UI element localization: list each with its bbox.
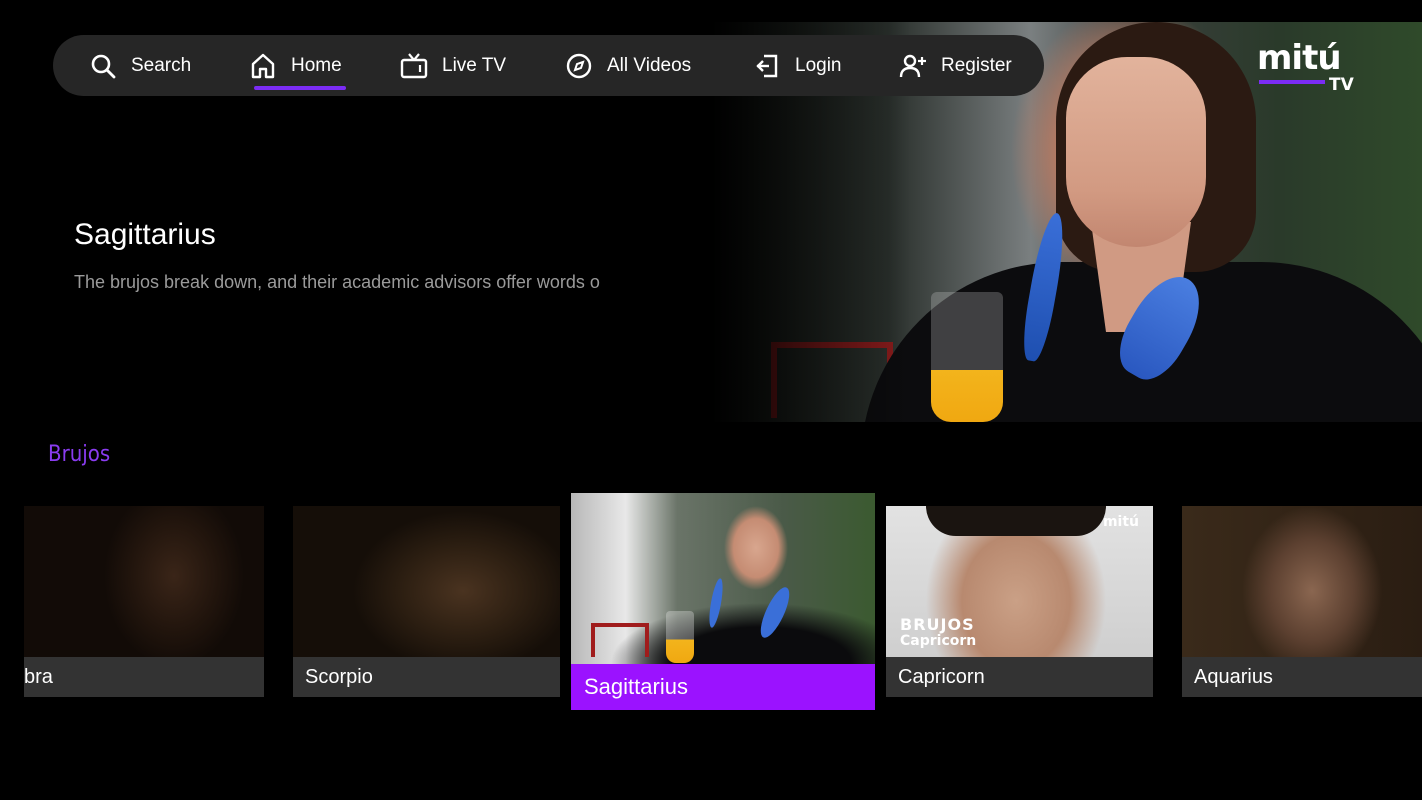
logo-underline xyxy=(1259,80,1325,84)
home-icon xyxy=(249,52,277,80)
video-card-capricorn[interactable]: mitú BRUJOS Capricorn Capricorn xyxy=(886,506,1153,697)
card-label: Sagittarius xyxy=(571,664,875,710)
top-nav-bar: Search Home Live TV All Videos Login Reg… xyxy=(53,35,1044,96)
card-figure-hair xyxy=(926,506,1106,536)
nav-live-tv[interactable]: Live TV xyxy=(400,35,506,96)
juice-glass xyxy=(666,611,694,663)
title-overlay-series: BRUJOS xyxy=(900,615,975,634)
logo-wordmark: mitú xyxy=(1257,38,1342,78)
nav-login-label: Login xyxy=(795,54,842,76)
card-label: Scorpio xyxy=(293,657,560,697)
video-card-scorpio[interactable]: Scorpio xyxy=(293,506,560,697)
mitu-tv-logo: mitú TV xyxy=(1257,38,1357,98)
red-chair xyxy=(591,623,649,657)
card-thumbnail xyxy=(24,506,264,657)
nav-all-videos-label: All Videos xyxy=(607,54,692,76)
app-screen: Search Home Live TV All Videos Login Reg… xyxy=(0,0,1422,800)
video-card-libra[interactable]: bra xyxy=(24,506,264,697)
nav-live-tv-label: Live TV xyxy=(442,54,507,76)
nav-register-label: Register xyxy=(941,54,1012,76)
title-overlay: BRUJOS Capricorn xyxy=(900,616,976,650)
compass-icon xyxy=(565,52,593,80)
add-user-icon xyxy=(899,52,927,80)
hero-figure-face xyxy=(1066,57,1206,247)
login-icon xyxy=(753,52,781,80)
card-label: Aquarius xyxy=(1182,657,1422,697)
watermark-logo: mitú xyxy=(1102,514,1139,530)
video-card-aquarius[interactable]: Aquarius xyxy=(1182,506,1422,697)
logo-suffix: TV xyxy=(1329,75,1354,95)
hero-title: Sagittarius xyxy=(74,218,216,251)
hero-description: The brujos break down, and their academi… xyxy=(74,272,600,292)
nav-login[interactable]: Login xyxy=(753,35,842,96)
title-overlay-episode: Capricorn xyxy=(900,633,977,649)
row-title: Brujos xyxy=(48,442,111,467)
video-card-sagittarius[interactable]: Sagittarius xyxy=(571,493,875,710)
nav-search[interactable]: Search xyxy=(89,35,191,96)
card-label: Capricorn xyxy=(886,657,1153,697)
nav-all-videos[interactable]: All Videos xyxy=(565,35,691,96)
juice-glass xyxy=(931,292,1003,422)
card-thumbnail xyxy=(571,493,875,664)
earring-right xyxy=(755,583,795,642)
card-thumbnail xyxy=(1182,506,1422,657)
nav-home-label: Home xyxy=(291,54,342,76)
tv-icon xyxy=(400,52,428,80)
active-tab-indicator xyxy=(254,86,346,90)
card-thumbnail xyxy=(293,506,560,657)
nav-register[interactable]: Register xyxy=(899,35,1012,96)
card-thumbnail: mitú BRUJOS Capricorn xyxy=(886,506,1153,657)
earring-left xyxy=(706,577,726,629)
card-label: bra xyxy=(24,657,264,697)
nav-search-label: Search xyxy=(131,54,192,76)
search-icon xyxy=(89,52,117,80)
